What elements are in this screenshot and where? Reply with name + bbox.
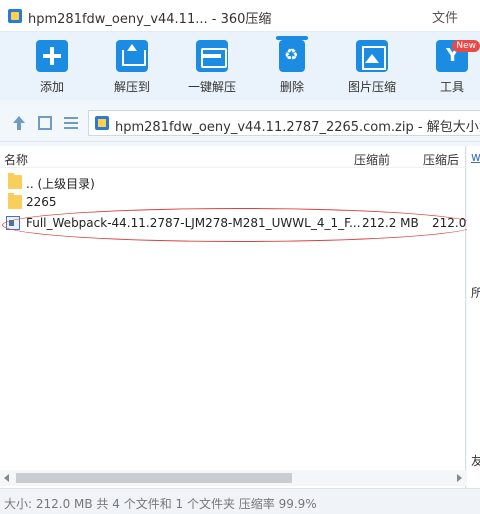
- info-text: 友: [471, 454, 480, 468]
- new-badge: New: [452, 40, 480, 52]
- status-bar: 大小: 212.0 MB 共 4 个文件和 1 个文件夹 压缩率 99.9%: [0, 488, 480, 514]
- one-click-extract-label: 一键解压: [187, 80, 236, 94]
- item-name: 2265: [26, 195, 57, 209]
- zip-archive-icon: [95, 116, 109, 130]
- column-name[interactable]: 名称: [4, 151, 28, 168]
- item-compressed-size: 212.0: [432, 216, 467, 230]
- column-header: 名称 压缩前 压缩后: [0, 146, 466, 168]
- list-view-icon[interactable]: [64, 116, 78, 130]
- extract-to-button[interactable]: 解压到: [102, 40, 162, 98]
- add-button[interactable]: 添加: [22, 40, 82, 98]
- file-menu[interactable]: 文件: [432, 7, 458, 26]
- list-item-folder[interactable]: 2265: [0, 192, 466, 212]
- tools-label: 工具: [439, 80, 464, 94]
- image-compress-icon: [356, 40, 388, 72]
- extract-to-label: 解压到: [113, 80, 150, 94]
- horizontal-scrollbar[interactable]: [0, 470, 466, 486]
- thumbnail-view-icon[interactable]: [38, 116, 52, 130]
- folder-icon: [8, 173, 22, 189]
- item-original-size: 212.2 MB: [362, 216, 419, 230]
- path-field[interactable]: hpm281fdw_oeny_v44.11.2787_2265.com.zip …: [88, 110, 480, 136]
- delete-label: 删除: [279, 80, 304, 94]
- binary-file-icon: [6, 216, 20, 230]
- tools-button[interactable]: New 工具: [422, 40, 480, 98]
- one-click-extract-button[interactable]: 一键解压: [182, 40, 242, 98]
- image-compress-label: 图片压缩: [347, 80, 396, 94]
- info-link[interactable]: ww: [471, 150, 480, 164]
- address-bar: hpm281fdw_oeny_v44.11.2787_2265.com.zip …: [0, 104, 480, 142]
- path-text: hpm281fdw_oeny_v44.11.2787_2265.com.zip …: [115, 120, 480, 135]
- window-title: hpm281fdw_oeny_v44.11... - 360压缩: [28, 12, 272, 27]
- scroll-thumb[interactable]: [16, 473, 292, 483]
- folder-icon: [8, 193, 22, 209]
- one-click-extract-icon: [196, 40, 228, 72]
- recycle-bin-icon: [276, 36, 308, 72]
- item-name: .. (上级目录): [26, 177, 95, 191]
- file-list: 名称 压缩前 压缩后 .. (上级目录) 2265 Full_Webpack-4…: [0, 146, 476, 488]
- add-file-icon: [36, 40, 68, 72]
- column-original-size[interactable]: 压缩前: [354, 151, 390, 168]
- add-button-label: 添加: [39, 80, 64, 94]
- title-bar: hpm281fdw_oeny_v44.11... - 360压缩 文件: [0, 0, 480, 32]
- status-text: 大小: 212.0 MB 共 4 个文件和 1 个文件夹 压缩率 99.9%: [4, 497, 317, 511]
- toolbar: 添加 解压到 一键解压 删除 图片压缩 New 工具: [0, 32, 480, 100]
- image-compress-button[interactable]: 图片压缩: [342, 40, 402, 98]
- info-panel: ww 所 友: [467, 146, 480, 488]
- item-name: Full_Webpack-44.11.2787-LJM278-M281_UWWL…: [26, 216, 361, 230]
- list-item-file[interactable]: Full_Webpack-44.11.2787-LJM278-M281_UWWL…: [0, 213, 466, 233]
- column-compressed-size[interactable]: 压缩后: [423, 151, 459, 168]
- delete-button[interactable]: 删除: [262, 36, 322, 98]
- up-arrow-icon[interactable]: [12, 116, 26, 130]
- app-icon: [8, 9, 22, 23]
- scroll-right-icon[interactable]: [457, 474, 462, 482]
- scroll-left-icon[interactable]: [4, 474, 9, 482]
- list-item-parent-dir[interactable]: .. (上级目录): [0, 172, 466, 192]
- info-text: 所: [471, 286, 480, 300]
- extract-to-icon: [116, 40, 148, 72]
